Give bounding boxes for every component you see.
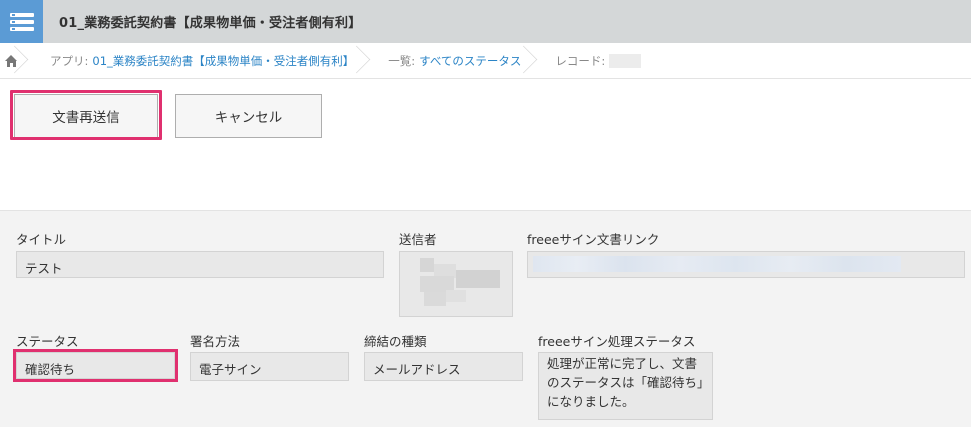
breadcrumb-app-prefix: アプリ: [50, 53, 89, 68]
app-header: 01_業務委託契約書【成果物単価・受注者側有利】 [0, 0, 971, 43]
breadcrumb-app-link[interactable]: 01_業務委託契約書【成果物単価・受注者側有利】 [92, 53, 354, 69]
list-icon[interactable] [0, 0, 43, 43]
record-id-redacted [609, 53, 642, 68]
status-label: ステータス [16, 334, 79, 349]
status-field: 確認待ち [16, 352, 175, 379]
page-title: 01_業務委託契約書【成果物単価・受注者側有利】 [59, 16, 362, 31]
contract-type-label: 締結の種類 [364, 334, 427, 349]
freee-status-field: 処理が正常に完了し、文書のステータスは「確認待ち」になりました。 [538, 352, 713, 420]
contract-type-field: メールアドレス [364, 352, 523, 381]
breadcrumb: アプリ: 01_業務委託契約書【成果物単価・受注者側有利】 一覧: すべてのステ… [0, 43, 971, 79]
cancel-button[interactable]: キャンセル [175, 94, 322, 138]
freee-link-redacted [533, 256, 901, 272]
breadcrumb-list-prefix: 一覧: [388, 53, 416, 68]
title-field: テスト [16, 251, 384, 278]
title-label: タイトル [16, 232, 67, 247]
home-icon[interactable] [4, 54, 18, 67]
record-detail-panel [0, 210, 971, 427]
sign-method-label: 署名方法 [190, 334, 241, 349]
sender-field [399, 251, 513, 317]
freee-status-label: freeeサイン処理ステータス [538, 334, 696, 349]
resend-document-button[interactable]: 文書再送信 [14, 94, 158, 138]
breadcrumb-home[interactable] [0, 43, 30, 79]
sign-method-field: 電子サイン [190, 352, 349, 381]
breadcrumb-record-prefix: レコード: [555, 53, 606, 68]
breadcrumb-app[interactable]: アプリ: 01_業務委託契約書【成果物単価・受注者側有利】 [30, 43, 372, 79]
breadcrumb-record: レコード: [539, 43, 659, 79]
sender-label: 送信者 [399, 232, 437, 247]
breadcrumb-list-link[interactable]: すべてのステータス [419, 53, 521, 69]
freee-link-label: freeeサイン文書リンク [527, 232, 660, 247]
breadcrumb-list[interactable]: 一覧: すべてのステータス [372, 43, 539, 79]
